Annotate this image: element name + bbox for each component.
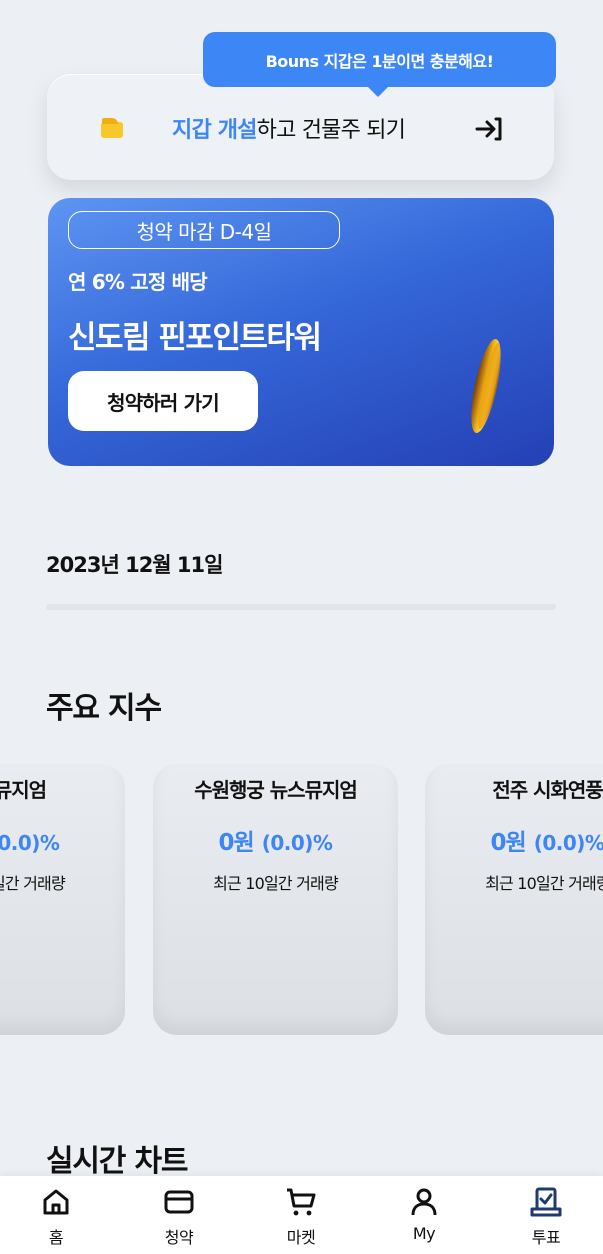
index-card[interactable]: 뉴스뮤지엄 0원(0.0)% 최근 10일간 거래량	[0, 764, 125, 1035]
index-card[interactable]: 전주 시화연풍 0원 (0.0)% 최근 10일간 거래량	[425, 764, 603, 1035]
realtime-chart-title: 실시간 차트	[46, 1144, 188, 1179]
login-arrow-icon[interactable]	[474, 115, 504, 143]
nav-label-subscription: 청약	[164, 1228, 194, 1247]
nav-label-my: My	[412, 1224, 436, 1243]
index-card-subtitle: 최근 10일간 거래량	[213, 874, 339, 893]
home-icon	[43, 1189, 69, 1215]
nav-item-home[interactable]: 홈	[16, 1176, 96, 1254]
nav-item-market[interactable]: 마켓	[261, 1176, 341, 1254]
page: Bouns 지갑은 1분이면 충분해요! 지갑 개설하고 건물주 되기 청약 마…	[0, 0, 603, 1254]
deadline-badge: 청약 마감 D-4일	[68, 211, 340, 249]
user-icon	[411, 1188, 437, 1216]
dividend-text: 연 6% 고정 배당	[68, 270, 208, 294]
coin-icon	[471, 338, 501, 434]
nav-item-vote[interactable]: 투표	[506, 1176, 586, 1254]
vote-icon	[530, 1187, 562, 1217]
promo-banner: 청약 마감 D-4일 연 6% 고정 배당 신도림 핀포인트타워 청약하러 가기	[48, 198, 554, 466]
price-value: 0원	[490, 830, 527, 856]
nav-item-my[interactable]: My	[384, 1176, 464, 1254]
wallet-cta-highlight: 지갑 개설	[172, 118, 257, 143]
index-card[interactable]: 수원행궁 뉴스뮤지엄 0원 (0.0)% 최근 10일간 거래량	[153, 764, 398, 1035]
index-card-title: 전주 시화연풍	[492, 778, 603, 802]
nav-item-subscription[interactable]: 청약	[139, 1176, 219, 1254]
index-card-subtitle: 최근 10일간 거래량	[0, 874, 66, 893]
index-card-price: 0원(0.0)%	[425, 823, 603, 857]
change-value: (0.0)%	[261, 831, 333, 855]
wallet-tooltip: Bouns 지갑은 1분이면 충분해요!	[203, 32, 556, 97]
nav-label-vote: 투표	[531, 1228, 561, 1247]
nav-label-home: 홈	[48, 1228, 64, 1247]
open-wallet-banner[interactable]: 지갑 개설하고 건물주 되기	[47, 74, 554, 180]
index-card-price: 0원(0.0)%	[153, 823, 398, 857]
index-card-subtitle: 최근 10일간 거래량	[485, 874, 603, 893]
wallet-cta-text: 지갑 개설하고 건물주 되기	[172, 112, 406, 144]
nav-label-market: 마켓	[286, 1228, 316, 1247]
index-card-title: 뉴스뮤지엄	[0, 778, 47, 802]
building-name: 신도림 핀포인트타워	[68, 320, 322, 356]
index-card-price: 0원(0.0)%	[0, 823, 125, 857]
card-icon	[164, 1190, 194, 1214]
section-divider	[46, 604, 556, 610]
cart-icon	[287, 1188, 316, 1216]
change-value: (0.0)%	[0, 831, 60, 855]
index-card-carousel[interactable]: 뉴스뮤지엄 0원(0.0)% 최근 10일간 거래량 수원행궁 뉴스뮤지엄 0원…	[0, 764, 603, 1036]
price-value: 0원	[218, 830, 255, 856]
change-value: (0.0)%	[533, 831, 603, 855]
indices-section-title: 주요 지수	[46, 691, 162, 726]
current-date: 2023년 12월 11일	[46, 553, 223, 577]
index-card-title: 수원행궁 뉴스뮤지엄	[194, 778, 358, 802]
wallet-icon	[101, 118, 123, 138]
tooltip-text: Bouns 지갑은 1분이면 충분해요!	[265, 51, 494, 71]
subscribe-button[interactable]: 청약하러 가기	[68, 371, 258, 431]
wallet-cta-rest: 하고 건물주 되기	[256, 118, 406, 143]
bottom-nav: 홈 청약 마켓 My 투표	[0, 1176, 603, 1254]
